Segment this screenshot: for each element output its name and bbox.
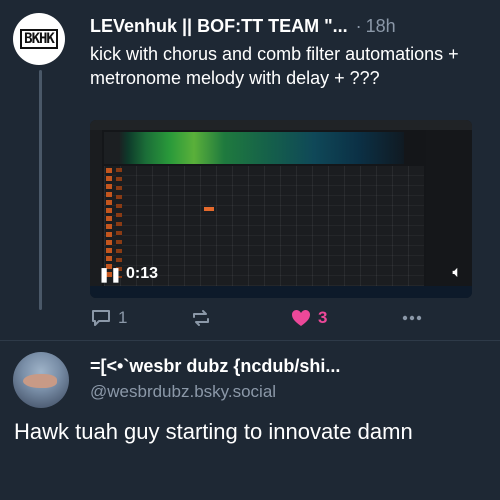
repost-button[interactable] (190, 308, 290, 328)
repost-icon (193, 310, 209, 326)
post-header: LEVenhuk || BOF:TT TEAM "... · 18h (90, 14, 490, 38)
more-options-button[interactable] (400, 308, 424, 328)
avatar[interactable] (13, 352, 69, 408)
author-name[interactable]: =[<•`wesbr dubz {ncdub/shi... (90, 356, 490, 377)
reply-button[interactable]: 1 (90, 308, 190, 328)
author-handle[interactable]: @wesbrdubz.bsky.social (90, 382, 276, 402)
more-icon (402, 315, 422, 321)
video-timecode: 0:13 (126, 265, 159, 282)
daw-spectrogram (104, 132, 404, 164)
heart-icon (292, 310, 310, 326)
thread-connector (39, 70, 42, 310)
daw-menubar (90, 120, 472, 130)
avatar[interactable]: BKHK (13, 13, 65, 65)
pause-icon[interactable]: ❚❚ (98, 266, 121, 282)
like-count: 3 (318, 308, 328, 327)
reply-icon (92, 310, 110, 326)
separator: · (355, 15, 362, 36)
reply-count: 1 (118, 308, 128, 327)
speaker-icon[interactable]: 🔈︎ (452, 264, 462, 282)
avatar-logo: BKHK (20, 29, 58, 49)
avatar-image (23, 374, 57, 388)
daw-taskbar (90, 286, 472, 298)
post-text: Hawk tuah guy starting to innovate damn (14, 419, 413, 444)
video-player[interactable]: ❚❚ 0:13 🔈︎ (90, 120, 472, 298)
post-text: kick with chorus and comb filter automat… (90, 44, 459, 88)
daw-note (204, 207, 214, 211)
post-divider (0, 340, 500, 341)
post-actions: 1 3 (90, 306, 470, 330)
author-name[interactable]: LEVenhuk || BOF:TT TEAM "... (90, 16, 348, 37)
like-button[interactable]: 3 (290, 308, 400, 328)
video-controls: ❚❚ 0:13 🔈︎ (90, 262, 472, 286)
post-time[interactable]: 18h (366, 16, 396, 37)
